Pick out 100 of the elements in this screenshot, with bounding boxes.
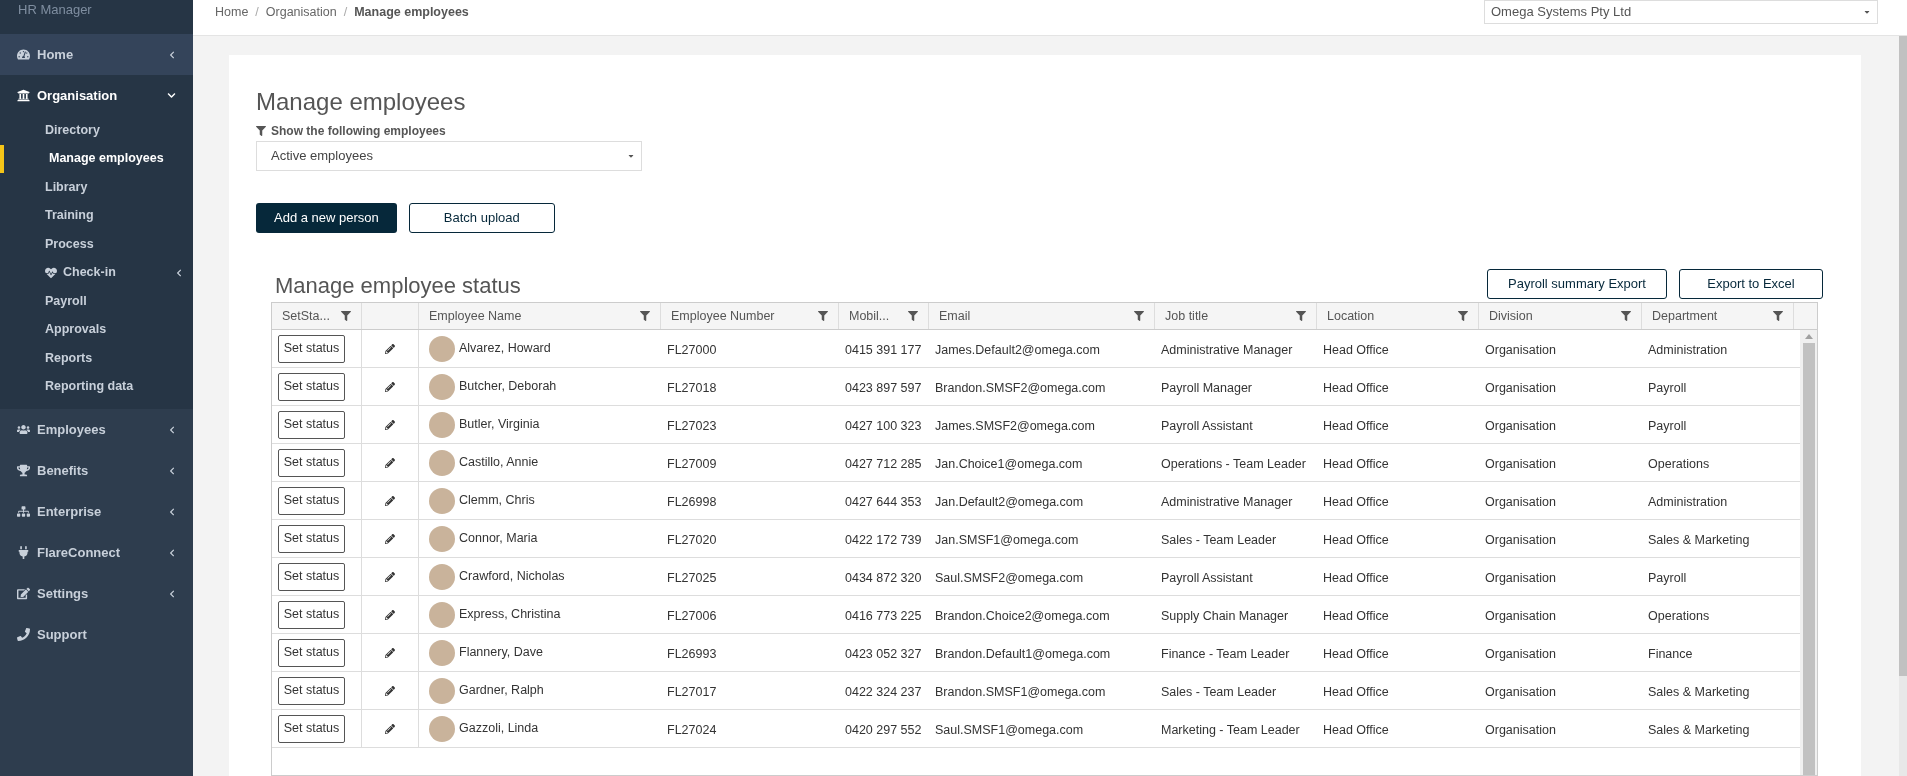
column-header[interactable]: Employee Number <box>661 303 839 329</box>
sidebar-subitem[interactable]: Payroll <box>0 287 193 316</box>
column-header[interactable]: Location <box>1317 303 1479 329</box>
set-status-button[interactable]: Set status <box>278 562 345 591</box>
table-cell: FL27023 <box>667 418 717 433</box>
sidebar-subitem[interactable]: Training <box>0 201 193 230</box>
sidebar-item[interactable]: FlareConnect <box>0 532 193 573</box>
set-status-button[interactable]: Set status <box>278 372 345 401</box>
breadcrumb-link[interactable]: Home <box>215 3 249 22</box>
column-header[interactable]: Mobil... <box>839 303 929 329</box>
breadcrumb-current: Manage employees <box>354 4 469 22</box>
page-scrollbar[interactable] <box>1899 36 1907 776</box>
building-icon <box>17 89 30 102</box>
sidebar-item[interactable]: Benefits <box>0 450 193 491</box>
set-status-button[interactable]: Set status <box>278 334 345 363</box>
batch-upload-button[interactable]: Batch upload <box>408 203 555 233</box>
sidebar-item[interactable]: Settings <box>0 573 193 614</box>
filter-icon[interactable] <box>908 311 918 321</box>
set-status-button[interactable]: Set status <box>278 676 345 705</box>
sidebar-item[interactable]: Enterprise <box>0 491 193 532</box>
column-header[interactable]: SetSta... <box>272 303 362 329</box>
table-cell: Organisation <box>1485 532 1556 547</box>
table-cell: Head Office <box>1323 684 1389 699</box>
filter-icon[interactable] <box>1773 311 1783 321</box>
column-header[interactable]: Department <box>1642 303 1794 329</box>
set-status-button[interactable]: Set status <box>278 486 345 515</box>
table-cell: 0427 100 323 <box>845 418 922 433</box>
filter-icon[interactable] <box>1458 311 1468 321</box>
table-cell-text: Clemm, Chris <box>459 492 535 510</box>
table-cell: FL26998 <box>667 494 717 509</box>
table-cell-text: Express, Christina <box>459 606 561 624</box>
sidebar-subitem[interactable]: Library <box>0 173 193 202</box>
set-status-button[interactable]: Set status <box>278 524 345 553</box>
dashboard-icon <box>17 48 30 61</box>
sidebar-subitem[interactable]: Approvals <box>0 315 193 344</box>
table-cell: Head Office <box>1323 456 1389 471</box>
sidebar-item[interactable]: Organisation <box>0 75 193 116</box>
table-cell: Organisation <box>1485 684 1556 699</box>
table-cell: Organisation <box>1485 494 1556 509</box>
column-header[interactable]: Division <box>1479 303 1642 329</box>
pencil-icon[interactable] <box>385 381 395 392</box>
filter-icon[interactable] <box>1296 311 1306 321</box>
export-button[interactable]: Export to Excel <box>1679 269 1823 299</box>
section-title: Manage employee status <box>275 273 522 299</box>
table-cell: Administration <box>1648 494 1728 509</box>
avatar <box>429 335 455 362</box>
table-cell: Marketing - Team Leader <box>1161 722 1300 737</box>
table-cell: Organisation <box>1485 380 1556 395</box>
filter-icon[interactable] <box>1134 311 1144 321</box>
filter-icon[interactable] <box>1621 311 1631 321</box>
table-cell: 0423 897 597 <box>845 380 922 395</box>
sidebar-item[interactable]: Employees <box>0 409 193 450</box>
pencil-icon[interactable] <box>385 723 395 734</box>
pencil-icon[interactable] <box>385 457 395 468</box>
sidebar-subitem[interactable]: Reports <box>0 344 193 373</box>
breadcrumb-link[interactable]: Organisation <box>265 3 337 22</box>
table-cell: Head Office <box>1323 380 1389 395</box>
sidebar-item[interactable]: Support <box>0 614 193 655</box>
table-cell: FL27006 <box>667 608 717 623</box>
set-status-button[interactable]: Set status <box>278 638 345 667</box>
pencil-icon[interactable] <box>385 609 395 620</box>
table-cell: Head Office <box>1323 722 1389 737</box>
employee-filter-select[interactable]: Active employees <box>256 141 642 171</box>
filter-icon[interactable] <box>818 311 828 321</box>
users-icon <box>17 423 30 436</box>
table-cell: Finance <box>1648 646 1693 661</box>
table-cell: Brandon.SMSF2@omega.com <box>935 380 1106 395</box>
sidebar-subitem[interactable]: Process <box>0 230 193 259</box>
export-button[interactable]: Payroll summary Export <box>1487 269 1667 299</box>
pencil-icon[interactable] <box>385 647 395 658</box>
sidebar-subitem[interactable]: Directory <box>0 116 193 145</box>
company-select[interactable]: Omega Systems Pty Ltd <box>1484 0 1878 24</box>
table-cell: FL27017 <box>667 684 717 699</box>
filter-icon[interactable] <box>640 311 650 321</box>
set-status-button[interactable]: Set status <box>278 448 345 477</box>
pencil-icon[interactable] <box>385 571 395 582</box>
table-cell-text: Gardner, Ralph <box>459 682 544 700</box>
pencil-icon[interactable] <box>385 419 395 430</box>
set-status-button[interactable]: Set status <box>278 410 345 439</box>
avatar <box>429 373 455 400</box>
sidebar-subitem[interactable]: Reporting data <box>0 372 193 401</box>
column-header[interactable]: Email <box>929 303 1155 329</box>
add-person-button[interactable]: Add a new person <box>256 203 397 233</box>
table-scrollbar[interactable] <box>1800 330 1817 775</box>
set-status-button[interactable]: Set status <box>278 600 345 629</box>
pencil-icon[interactable] <box>385 685 395 696</box>
breadcrumb-separator: / <box>255 4 259 22</box>
sidebar-item[interactable]: Home <box>0 34 193 75</box>
pencil-icon[interactable] <box>385 495 395 506</box>
table-cell: Administrative Manager <box>1161 494 1293 509</box>
column-header[interactable]: Job title <box>1155 303 1317 329</box>
filter-icon[interactable] <box>341 311 351 321</box>
set-status-button[interactable]: Set status <box>278 714 345 743</box>
column-header[interactable]: Employee Name <box>419 303 661 329</box>
pencil-icon[interactable] <box>385 533 395 544</box>
table-cell-text: Alvarez, Howard <box>459 340 551 358</box>
pencil-icon[interactable] <box>385 343 395 354</box>
table-cell: Payroll Manager <box>1161 380 1252 395</box>
sidebar-subitem[interactable]: Check-in <box>0 258 193 287</box>
table-cell: Organisation <box>1485 418 1556 433</box>
